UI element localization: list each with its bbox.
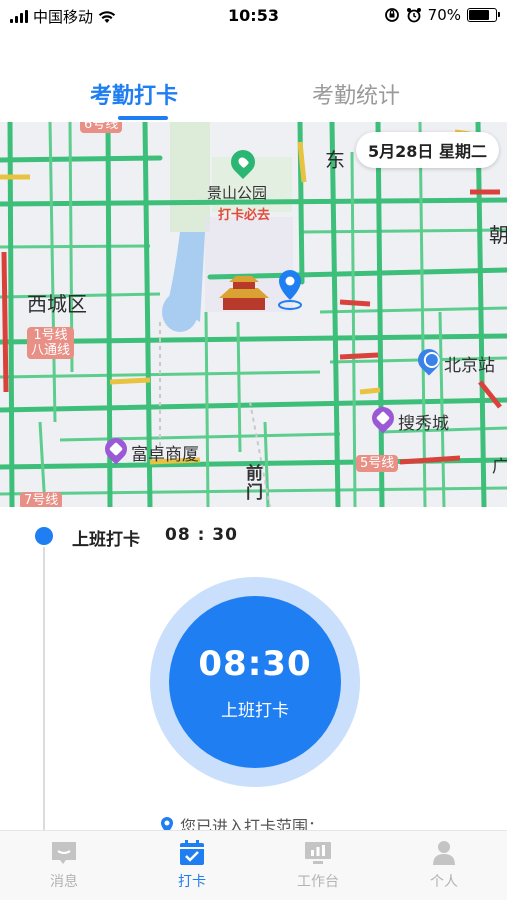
punch-button-inner[interactable]: 08:30 上班打卡	[169, 596, 341, 768]
punch-button-time: 08:30	[198, 643, 312, 684]
subway-line7-tag: 7号线	[20, 492, 63, 507]
tab-active-indicator	[118, 116, 168, 120]
person-icon	[433, 841, 455, 865]
line1-label: 1号线	[33, 328, 68, 343]
shift-label: 上班打卡	[72, 530, 140, 550]
map-label-jingshan: 景山公园	[207, 184, 268, 202]
map-label-qianmen: 前门	[246, 464, 263, 503]
map-label-chao: 朝	[489, 223, 507, 247]
carrier-label: 中国移动	[33, 8, 94, 26]
map-label-beijing-station: 北京站	[444, 356, 495, 376]
nav-item-workbench[interactable]: 工作台	[278, 839, 358, 891]
bottom-nav: 消息 打卡 工作台 个人	[0, 830, 507, 900]
calendar-check-icon	[180, 840, 204, 865]
timeline-line	[43, 547, 45, 837]
shift-time: 08 : 30	[165, 525, 238, 545]
punch-button[interactable]: 08:30 上班打卡	[150, 577, 360, 787]
wifi-icon	[98, 10, 116, 23]
status-right: 70%	[384, 6, 500, 24]
map-label-jingshan-sub: 打卡必去	[218, 208, 271, 223]
map-label-fuzhuo: 富卓商厦	[131, 445, 199, 465]
map-label-dong: 东	[325, 148, 345, 172]
nav-label-messages: 消息	[50, 874, 78, 890]
map-label-guang: 广	[492, 457, 507, 477]
line1-sub-label: 八通线	[31, 343, 71, 358]
tab-attendance-stats[interactable]: 考勤统计	[312, 78, 400, 110]
date-badge: 5月28日 星期二	[356, 132, 499, 168]
nav-item-profile[interactable]: 个人	[404, 839, 484, 891]
battery-fill	[469, 10, 489, 20]
subway-line5-tag: 5号线	[356, 455, 399, 472]
rotation-lock-icon	[384, 8, 399, 22]
nav-label-workbench: 工作台	[297, 874, 339, 890]
app-screen: 中国移动 10:53 70% 考勤打卡 考勤统计 景山公园 打卡必去 西城区 东…	[0, 0, 507, 900]
map-view[interactable]: 景山公园 打卡必去 西城区 东 朝 北京站 搜秀城 富卓商厦 前门 广 1号线 …	[0, 122, 507, 507]
top-tabs: 考勤打卡 考勤统计	[0, 70, 507, 122]
battery-icon	[467, 8, 500, 22]
punch-section: 上班打卡 08 : 30 08:30 上班打卡 您已进入打卡范围：	[0, 507, 507, 837]
nav-label-punch: 打卡	[178, 874, 206, 890]
current-location-pin-icon	[278, 270, 302, 310]
workbench-icon	[305, 842, 331, 864]
subway-line6-tag: 6号线	[80, 122, 123, 133]
nav-label-profile: 个人	[430, 874, 458, 890]
tab-attendance-punch[interactable]: 考勤打卡	[90, 78, 178, 110]
map-label-xicheng: 西城区	[27, 292, 87, 316]
nav-item-punch[interactable]: 打卡	[152, 839, 232, 891]
signal-icon	[10, 10, 28, 23]
alarm-icon	[406, 8, 421, 23]
timeline-dot	[35, 527, 53, 545]
map-label-souxiucheng: 搜秀城	[398, 414, 449, 434]
subway-line1-tag: 1号线 八通线	[27, 327, 75, 359]
status-left: 中国移动	[10, 6, 116, 27]
punch-button-label: 上班打卡	[221, 700, 289, 721]
battery-percent: 70%	[427, 6, 461, 24]
nav-item-messages[interactable]: 消息	[24, 839, 104, 891]
message-icon	[52, 842, 76, 864]
status-bar: 中国移动 10:53 70%	[0, 0, 507, 32]
